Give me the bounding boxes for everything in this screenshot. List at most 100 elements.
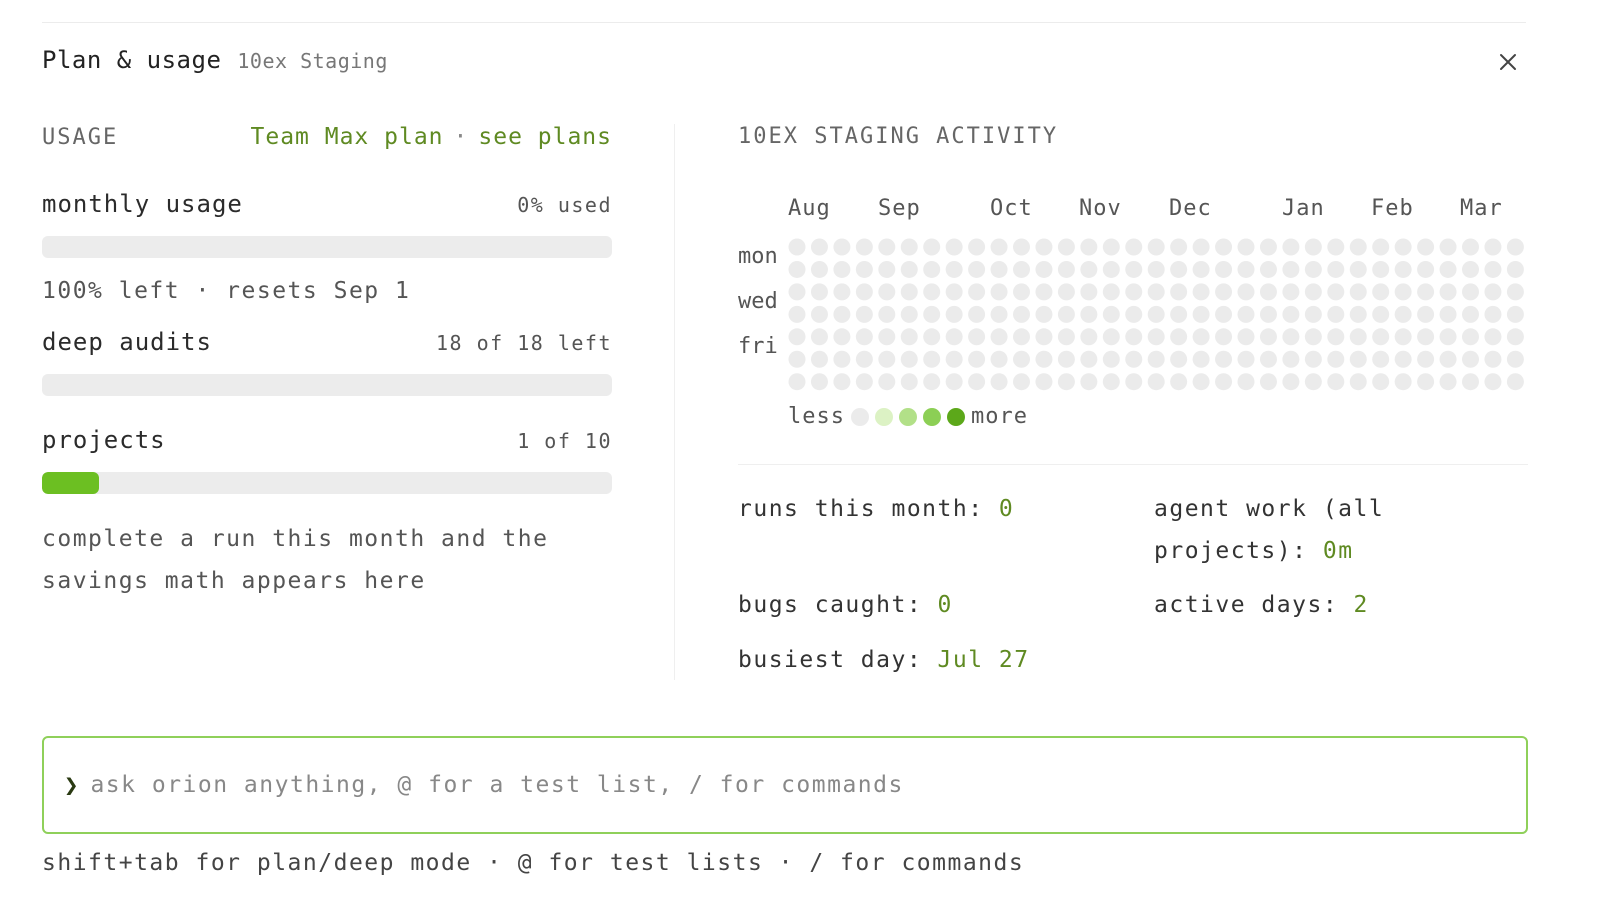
heatmap-cell [945,328,963,346]
heatmap-cell [1304,305,1322,323]
heatmap-cell [1102,238,1120,256]
activity-panel: 10EX STAGING ACTIVITY Aug Sep Oct Nov De… [738,124,1528,673]
heatmap-cell [1417,238,1435,256]
heatmap-cell [1237,328,1255,346]
heatmap-cell [1057,283,1075,301]
heatmap-cell [1506,238,1524,256]
heatmap-cell [1259,328,1277,346]
heatmap-cell [1506,328,1524,346]
heatmap-cell [833,305,851,323]
heatmap-cell [1506,373,1524,391]
heatmap-cell [1057,260,1075,278]
heatmap-cell [1462,238,1479,256]
heatmap-cell [945,350,963,368]
heatmap-cell [1125,305,1143,323]
heatmap-cell [1125,238,1143,256]
stat-runs-label: runs this month: [738,496,984,522]
heatmap-cell [1013,283,1030,301]
heatmap-cell [788,260,806,278]
usage-section-label: USAGE [42,125,119,150]
prompt-input[interactable] [90,772,1526,798]
heatmap-cell [1192,305,1210,323]
heatmap-cell [833,260,851,278]
heatmap-cell [1125,260,1143,278]
deep-audits-value: 18 of 18 left [435,331,612,355]
heatmap-cell [1304,373,1322,391]
heatmap-cell [1192,260,1210,278]
heatmap-cell [1462,283,1479,301]
stat-bugs-value: 0 [937,592,953,618]
stat-bugs-label: bugs caught: [738,592,923,618]
close-icon[interactable] [1494,48,1522,76]
heatmap-cell [1327,350,1345,368]
heatmap-cell [923,260,941,278]
heatmap-cell [1215,373,1233,391]
heatmap-cell [878,373,896,391]
activity-title: 10EX STAGING ACTIVITY [738,124,1059,149]
heatmap-cell [1394,373,1412,391]
heatmap-cell [1462,350,1479,368]
legend-swatch-3 [922,407,941,426]
stat-runs-value: 0 [998,496,1015,522]
heatmap-cell [878,305,896,323]
heatmap-cell [1439,238,1457,256]
heatmap-cell [945,238,963,256]
heatmap-cell [1417,305,1435,323]
stat-busiest-day-label: busiest day: [738,647,923,673]
stat-bugs: bugs caught: 0 [738,584,953,626]
stat-active-days: active days: 2 [1154,584,1369,626]
monthly-usage-value: 0% used [517,193,612,217]
heatmap-cell [900,373,918,391]
heatmap-cell [1282,350,1300,368]
heatmap-cell [1057,328,1075,346]
heatmap-cell [1013,305,1030,323]
heatmap-cell [1372,305,1390,323]
monthly-usage-bar [42,236,612,258]
heatmap-cell [1102,350,1120,368]
heatmap-cell [1192,283,1210,301]
plan-name[interactable]: Team Max plan [251,124,444,150]
heatmap-cell [1147,260,1165,278]
heatmap-cell [1125,328,1143,346]
month-label: Jan [1282,196,1325,221]
prompt-box[interactable]: ❯ [42,736,1528,834]
heatmap-cell [1215,238,1233,256]
heatmap-cell [1462,305,1479,323]
heatmap-cell [1192,373,1210,391]
heatmap-cell [855,283,873,301]
heatmap-cell [1349,305,1367,323]
legend-more-label: more [970,404,1028,429]
heatmap-cell [1147,350,1165,368]
heatmap-cell [1282,373,1300,391]
heatmap-cell [1439,260,1457,278]
heatmap-cell [923,283,941,301]
heatmap-cell [1327,283,1345,301]
heatmap-cell [1349,373,1367,391]
heatmap-cell [1506,305,1524,323]
heatmap-cell [788,350,806,368]
heatmap-cell [923,350,941,368]
heatmap-cell [1372,260,1390,278]
heatmap-cell [878,238,896,256]
monthly-usage-meter: monthly usage 0% used 100% left · resets… [42,190,612,312]
stat-runs: runs this month: 0 [738,488,1014,530]
plan-link[interactable]: Team Max plan · see plans [251,124,613,150]
heatmap-cell [1484,260,1502,278]
keyboard-hint: shift+tab for plan/deep mode · @ for tes… [42,850,1025,876]
heatmap-cell [1057,373,1075,391]
usage-header: USAGE Team Max plan · see plans [42,124,612,160]
heatmap-cell [900,350,918,368]
see-plans-link[interactable]: see plans [478,124,612,150]
heatmap-cell [833,373,851,391]
heatmap-cell [968,350,986,368]
heatmap-cell [1170,283,1188,301]
heatmap-cell [1506,283,1524,301]
stat-agent-work-value: 0m [1322,538,1354,564]
legend-swatch-4 [946,407,965,426]
heatmap-cell [1035,350,1053,368]
heatmap-cell [1237,238,1255,256]
month-label: Aug [788,196,831,221]
heatmap-cell [1327,260,1345,278]
heatmap-cell [1192,238,1210,256]
heatmap-cell [1013,350,1030,368]
